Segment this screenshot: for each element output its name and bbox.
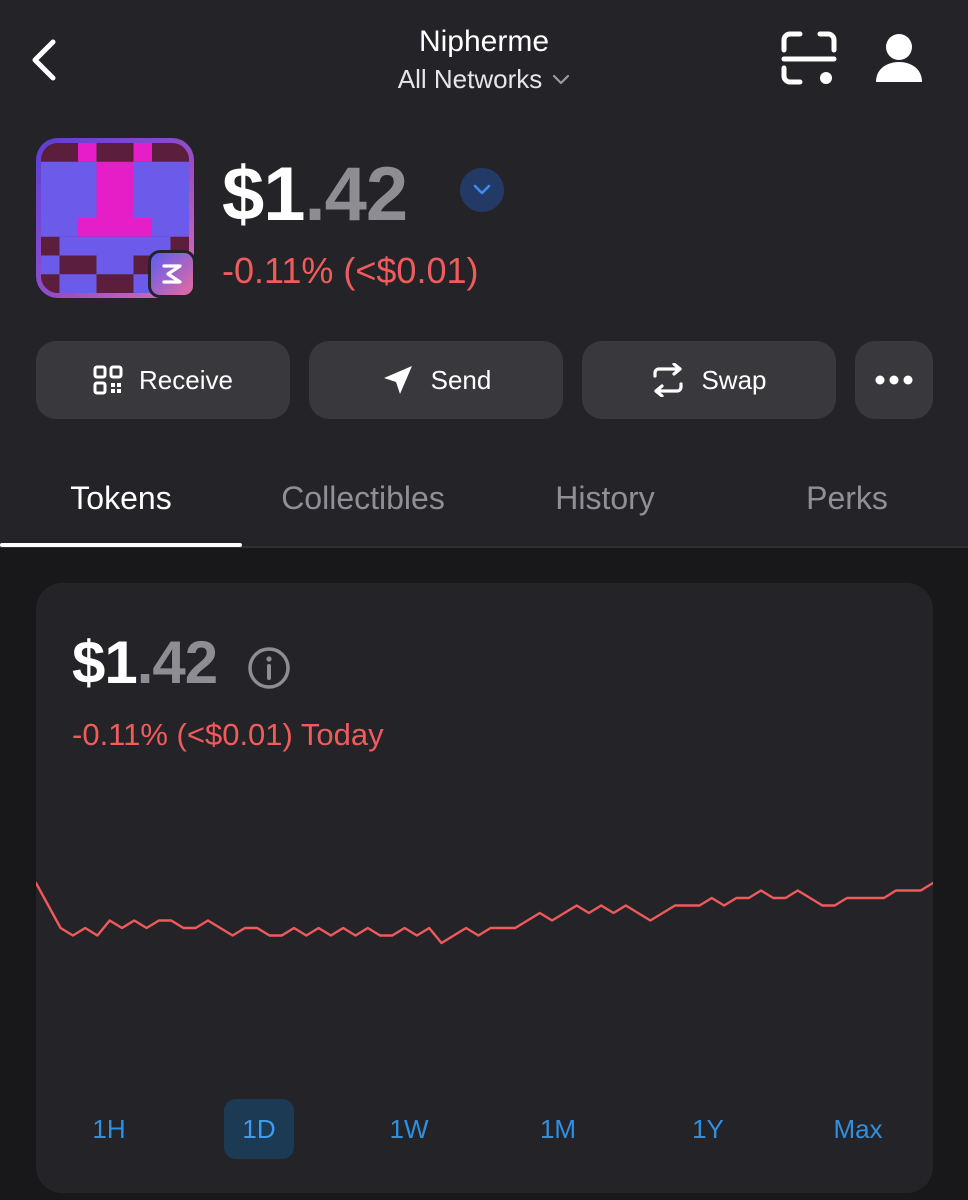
header-title: Nipherme All Networks [284, 24, 684, 95]
receive-button[interactable]: Receive [36, 341, 290, 419]
range-1h-button[interactable]: 1H [74, 1099, 144, 1159]
chevron-down-icon [473, 184, 491, 195]
back-button[interactable] [24, 34, 64, 86]
chevron-left-icon [32, 39, 56, 81]
more-button[interactable] [855, 341, 933, 419]
range-max-button[interactable]: Max [823, 1099, 893, 1159]
user-icon [876, 34, 922, 82]
active-tab-indicator [0, 543, 242, 547]
range-1m-button[interactable]: 1M [523, 1099, 593, 1159]
price-change: -0.11% (<$0.01) [222, 250, 479, 291]
wallet-name: Nipherme [418, 25, 550, 58]
price-line-series [36, 881, 933, 945]
scan-button[interactable] [776, 28, 844, 90]
balance-expand-button[interactable] [460, 168, 504, 212]
tab-tokens[interactable]: Tokens [0, 470, 242, 526]
receive-label: Receive [139, 364, 233, 395]
tab-collectibles[interactable]: Collectibles [242, 470, 484, 526]
tab-perks[interactable]: Perks [726, 470, 968, 526]
card-balance: $1 .42 [72, 627, 218, 697]
card-balance-whole: $1 [72, 628, 138, 696]
scan-icon [781, 31, 837, 85]
token-balance: $1 .42 [222, 146, 409, 242]
more-dots-icon [875, 375, 913, 385]
range-1w-button[interactable]: 1W [374, 1099, 444, 1159]
send-icon [383, 366, 412, 394]
card-balance-cents: .42 [136, 628, 218, 696]
price-line-chart [36, 881, 933, 945]
range-1y-button[interactable]: 1Y [673, 1099, 743, 1159]
balance-cents: .42 [304, 151, 409, 237]
tab-history[interactable]: History [484, 470, 726, 526]
range-1d-button[interactable]: 1D [224, 1099, 294, 1159]
balance-whole: $1 [222, 151, 306, 237]
price-chart-card: $1 .42 -0.11% (<$0.01) Today 1H 1D 1W 1M… [36, 583, 933, 1193]
info-button[interactable] [246, 645, 292, 691]
qr-code-icon [93, 365, 123, 395]
network-label: All Networks [397, 64, 543, 94]
swap-label: Swap [701, 364, 767, 395]
network-selector[interactable]: All Networks [398, 64, 570, 95]
swap-button[interactable]: Swap [582, 341, 836, 419]
chevron-down-icon [553, 74, 570, 84]
info-icon [248, 647, 290, 689]
swap-icon [653, 363, 684, 397]
send-button[interactable]: Send [309, 341, 563, 419]
card-price-change: -0.11% (<$0.01) Today [72, 717, 384, 752]
send-label: Send [430, 364, 492, 395]
profile-button[interactable] [868, 30, 930, 86]
chain-badge-icon [148, 250, 196, 298]
